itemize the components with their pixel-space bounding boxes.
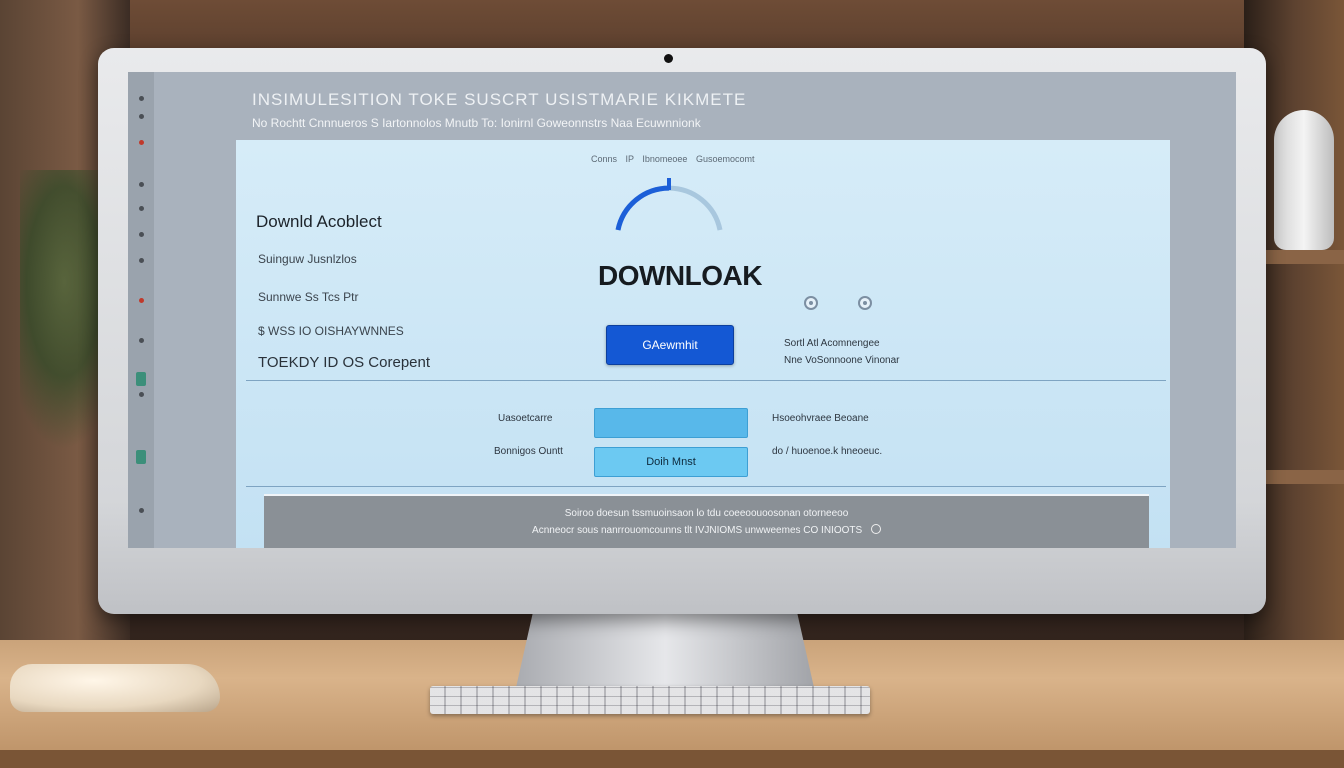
left-row[interactable]: $ WSS IO OISHAYWNNES [258, 324, 404, 338]
top-link[interactable]: Ibnomeoee [642, 154, 687, 164]
dock-icon[interactable] [139, 392, 144, 397]
top-links: Conns IP Ibnomeoee Gusoemocomt [591, 154, 754, 164]
left-heading: Downld Acoblect [256, 212, 382, 231]
keyboard [430, 686, 870, 714]
text-field[interactable] [594, 408, 748, 438]
divider [246, 486, 1166, 487]
dock-icon[interactable] [139, 258, 144, 263]
shelf-board [1254, 250, 1344, 264]
top-link[interactable]: Conns IP [591, 154, 634, 164]
left-row[interactable]: TOEKDY ID OS Corepent [258, 354, 430, 371]
download-progress-arc [615, 178, 723, 231]
webcam-icon [664, 54, 673, 63]
top-link[interactable]: Gusoemocomt [696, 154, 755, 164]
shelf-board [1254, 470, 1344, 484]
screen: INSIMULESITION TOKE SUSCRT USISTMARIE KI… [128, 72, 1236, 548]
side-note: Nne VoSonnoone Vinonar [784, 355, 900, 366]
dock-icon[interactable] [136, 450, 146, 464]
dock-icon[interactable] [139, 298, 144, 303]
desk-edge [0, 750, 1344, 768]
form-label: Bonnigos Ountt [494, 446, 563, 457]
dock-icon[interactable] [139, 182, 144, 187]
submit-field-button[interactable]: Doih Mnst [594, 447, 748, 477]
dock-icon[interactable] [139, 338, 144, 343]
radio-option[interactable] [804, 296, 818, 310]
mouse [10, 664, 220, 712]
dock-icon[interactable] [139, 140, 144, 145]
download-button[interactable]: GAewmhit [606, 325, 734, 365]
form-hint: do / huoenoe.k hneoeuc. [772, 446, 883, 457]
footer-text-line: Acnneocr sous nanrrouomcounns tlt IVJNIO… [532, 525, 863, 536]
download-title: DOWNLOAK [598, 260, 762, 291]
footer-bar: Soiroo doesun tssmuoinsaon lo tdu coeeoo… [264, 494, 1149, 548]
dock-icon[interactable] [139, 114, 144, 119]
vase [1274, 110, 1334, 250]
form-hint: Hsoeohvraee Beoane [772, 413, 869, 424]
download-panel: Conns IP Ibnomeoee Gusoemocomt Downld Ac… [236, 140, 1170, 548]
left-row[interactable]: Suinguw Jusnlzlos [258, 252, 357, 266]
divider [246, 380, 1166, 381]
dock-icon[interactable] [136, 372, 146, 386]
form-label: Uasoetcarre [498, 413, 553, 424]
dock-icon[interactable] [139, 96, 144, 101]
settings-icon[interactable] [870, 524, 881, 534]
monitor-stand [515, 612, 815, 692]
dock [128, 72, 154, 548]
side-note: Sortl Atl Acomnengee [784, 338, 880, 349]
radio-option[interactable] [858, 296, 872, 310]
dock-icon[interactable] [139, 206, 144, 211]
app-subtitle: No Rochtt Cnnnueros S Iartonnolos Mnutb … [252, 116, 701, 130]
footer-text: Acnneocr sous nanrrouomcounns tlt IVJNIO… [264, 524, 1149, 536]
app-title: INSIMULESITION TOKE SUSCRT USISTMARIE KI… [252, 90, 747, 109]
dock-icon[interactable] [139, 508, 144, 513]
dock-icon[interactable] [139, 232, 144, 237]
monitor: INSIMULESITION TOKE SUSCRT USISTMARIE KI… [98, 48, 1266, 614]
left-row[interactable]: Sunnwe Ss Tcs Ptr [258, 290, 359, 304]
footer-text: Soiroo doesun tssmuoinsaon lo tdu coeeoo… [564, 508, 849, 519]
